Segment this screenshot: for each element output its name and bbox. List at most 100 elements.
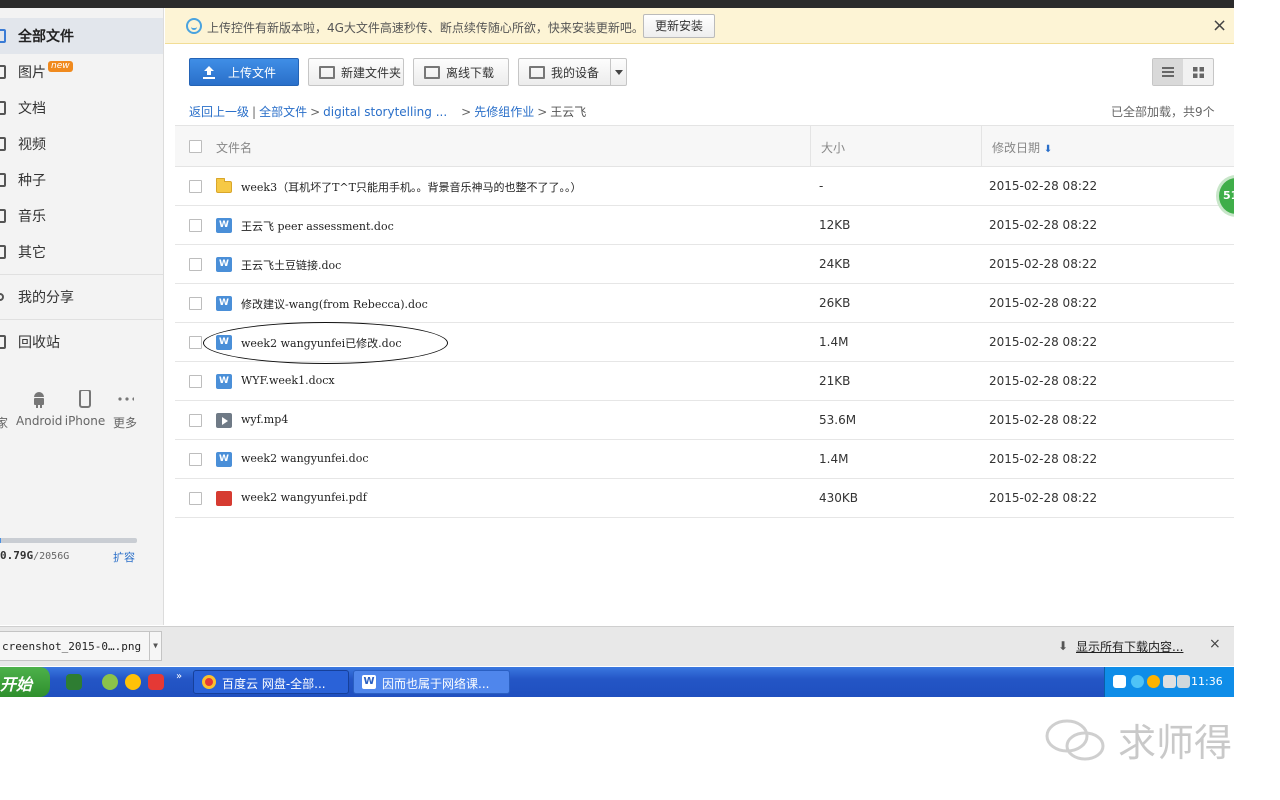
chevron-down-icon[interactable]: ▼ (149, 632, 161, 660)
list-view-icon[interactable] (1153, 59, 1183, 85)
file-name[interactable]: WYF.week1.docx (241, 374, 335, 387)
table-row[interactable]: week2 wangyunfei.pdf 430KB 2015-02-28 08… (175, 479, 1234, 518)
download-item[interactable]: creenshot_2015-0….png ▼ (0, 631, 162, 661)
select-all-checkbox[interactable] (189, 140, 202, 153)
chevron-down-icon[interactable] (610, 59, 626, 85)
trash-icon (0, 335, 6, 349)
taskbar-item-label: 因而也属于网络课... (382, 677, 490, 691)
app-icon[interactable] (148, 674, 164, 690)
android-icon (34, 392, 44, 408)
tray-icon[interactable] (1147, 675, 1160, 688)
sidebar-item-videos[interactable]: 视频 (0, 126, 163, 162)
table-row[interactable]: W WYF.week1.docx 21KB 2015-02-28 08:22 (175, 362, 1234, 401)
upload-button[interactable]: 上传文件 (189, 58, 299, 86)
table-row[interactable]: W week2 wangyunfei已修改.doc 1.4M 2015-02-2… (175, 323, 1234, 362)
download-icon (424, 65, 440, 79)
notice-text: 上传控件有新版本啦，4G大文件高速秒传、断点续传随心所欲，快来安装更新吧。 (207, 21, 644, 35)
table-row[interactable]: W 修改建议-wang(from Rebecca).doc 26KB 2015-… (175, 284, 1234, 323)
chevron-right-icon[interactable]: » (176, 671, 182, 682)
row-checkbox[interactable] (189, 180, 202, 193)
row-checkbox[interactable] (189, 453, 202, 466)
upload-icon (202, 65, 216, 79)
update-install-button[interactable]: 更新安装 (643, 14, 715, 38)
sidebar-item-my-shares[interactable]: 我的分享 (0, 279, 163, 315)
app-icon[interactable] (102, 674, 118, 690)
app-icon[interactable] (125, 674, 141, 690)
sidebar-item-label: 其它 (18, 245, 46, 261)
row-checkbox[interactable] (189, 258, 202, 271)
app-icon[interactable] (66, 674, 82, 690)
new-badge: new (48, 60, 73, 72)
sidebar-item-documents[interactable]: 文档 (0, 90, 163, 126)
sidebar-item-torrents[interactable]: 种子 (0, 162, 163, 198)
tray-icon[interactable] (1131, 675, 1144, 688)
file-name[interactable]: week2 wangyunfei.doc (241, 452, 369, 465)
file-date: 2015-02-28 08:22 (989, 374, 1098, 388)
sidebar-item-music[interactable]: 音乐 (0, 198, 163, 234)
sidebar-item-other[interactable]: 其它 (0, 234, 163, 270)
breadcrumb-all-files[interactable]: 全部文件 (259, 105, 307, 119)
tray-icon[interactable] (1113, 675, 1126, 688)
sidebar-item-recycle-bin[interactable]: 回收站 (0, 324, 163, 360)
file-name[interactable]: 修改建议-wang(from Rebecca).doc (241, 296, 428, 312)
start-button[interactable]: 开始 (0, 667, 50, 697)
back-link[interactable]: 返回上一级 (189, 105, 249, 119)
row-checkbox[interactable] (189, 492, 202, 505)
iphone-icon (79, 390, 91, 408)
quota-bar (0, 538, 137, 543)
file-name[interactable]: 王云飞 peer assessment.doc (241, 218, 394, 234)
file-name[interactable]: week2 wangyunfei.pdf (241, 491, 367, 504)
column-date[interactable]: 修改日期 ⬇ (992, 139, 1052, 156)
more-icon (118, 397, 134, 401)
offline-download-button[interactable]: 离线下载 (413, 58, 509, 86)
expand-storage-link[interactable]: 扩容 (113, 549, 135, 565)
close-icon[interactable]: × (1212, 15, 1227, 36)
table-row[interactable]: W 王云飞土豆链接.doc 24KB 2015-02-28 08:22 (175, 245, 1234, 284)
row-checkbox[interactable] (189, 336, 202, 349)
device-iphone[interactable]: iPhone (64, 390, 106, 428)
grid-view-icon[interactable] (1183, 59, 1213, 85)
row-checkbox[interactable] (189, 375, 202, 388)
my-devices-button[interactable]: 我的设备 (518, 58, 627, 86)
quota-used: 0.79G (0, 549, 34, 562)
blank-margin (1234, 0, 1280, 800)
taskbar-item-baidu[interactable]: 百度云 网盘-全部... (193, 670, 349, 694)
device-android[interactable]: Android (16, 390, 62, 428)
video-file-icon (216, 413, 232, 428)
column-size[interactable]: 大小 (821, 139, 845, 156)
network-icon[interactable] (1177, 675, 1190, 688)
row-checkbox[interactable] (189, 414, 202, 427)
new-folder-button[interactable]: 新建文件夹 (308, 58, 404, 86)
file-name[interactable]: wyf.mp4 (241, 413, 288, 426)
sidebar-item-images[interactable]: 图片 new (0, 54, 163, 90)
file-date: 2015-02-28 08:22 (989, 335, 1098, 349)
browser-top-strip (0, 0, 1234, 8)
all-files-icon (0, 29, 6, 43)
file-date: 2015-02-28 08:22 (989, 257, 1098, 271)
column-name[interactable]: 文件名 (216, 139, 252, 156)
tray-icon[interactable] (1163, 675, 1176, 688)
file-name[interactable]: week2 wangyunfei已修改.doc (241, 335, 402, 351)
breadcrumb-digital-storytelling[interactable]: digital storytelling ... (323, 105, 447, 119)
file-size: 53.6M (819, 413, 857, 427)
quota-text: 0.79G/2056G (0, 549, 69, 562)
row-checkbox[interactable] (189, 297, 202, 310)
sidebar-item-all-files[interactable]: 全部文件 (0, 18, 163, 54)
download-bar: creenshot_2015-0….png ▼ ⬇ 显示所有下载内容... × (0, 626, 1234, 666)
table-row[interactable]: wyf.mp4 53.6M 2015-02-28 08:22 (175, 401, 1234, 440)
file-name[interactable]: week3（耳机坏了T^T只能用手机。。背景音乐神马的也整不了了。。） (241, 179, 582, 195)
table-row[interactable]: W week2 wangyunfei.doc 1.4M 2015-02-28 0… (175, 440, 1234, 479)
device-more[interactable]: 更多 (110, 390, 140, 431)
show-all-downloads-link[interactable]: 显示所有下载内容... (1076, 638, 1183, 655)
table-row[interactable]: W 王云飞 peer assessment.doc 12KB 2015-02-2… (175, 206, 1234, 245)
file-name[interactable]: 王云飞土豆链接.doc (241, 257, 341, 273)
document-icon (0, 101, 6, 115)
close-icon[interactable]: × (1209, 636, 1221, 652)
taskbar-item-word[interactable]: W 因而也属于网络课... (353, 670, 510, 694)
device-home[interactable]: 家 (0, 390, 10, 431)
download-arrow-icon: ⬇ (1058, 639, 1069, 653)
upload-label: 上传文件 (228, 65, 277, 80)
breadcrumb-prereq-homework[interactable]: 先修组作业 (474, 105, 534, 119)
row-checkbox[interactable] (189, 219, 202, 232)
table-row[interactable]: week3（耳机坏了T^T只能用手机。。背景音乐神马的也整不了了。。） - 20… (175, 167, 1234, 206)
